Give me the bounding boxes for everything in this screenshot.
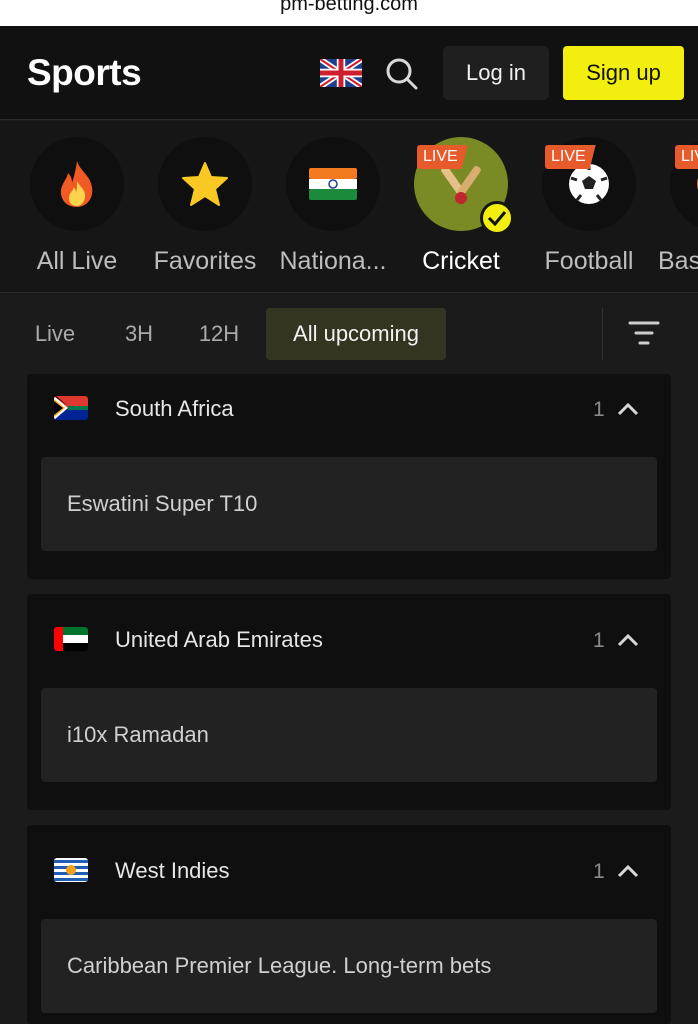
sport-item-cricket[interactable]: LIVE Cricket	[397, 137, 525, 276]
filter-all-upcoming[interactable]: All upcoming	[266, 308, 446, 360]
sport-label: Nationa...	[279, 247, 387, 275]
south-africa-flag-icon	[54, 396, 88, 420]
time-filter-bar: Live 3H 12H All upcoming	[0, 294, 698, 374]
sport-label: Favorites	[153, 247, 257, 275]
search-icon[interactable]	[385, 57, 419, 91]
live-badge: LIVE	[675, 145, 698, 169]
uk-flag-icon[interactable]	[320, 59, 362, 87]
filter-live[interactable]: Live	[22, 308, 88, 360]
group-count: 1	[593, 860, 605, 883]
sport-label: Football	[544, 247, 634, 275]
top-header: Sports Log in Sign up	[0, 26, 698, 120]
group-count: 1	[593, 629, 605, 652]
star-icon	[182, 162, 228, 206]
tournament-item[interactable]: Caribbean Premier League. Long-term bets	[41, 919, 657, 1013]
group-name: South Africa	[115, 396, 234, 421]
browser-url-bar[interactable]: pm-betting.com	[0, 0, 698, 26]
india-flag-icon	[309, 168, 357, 200]
group-name: United Arab Emirates	[115, 627, 323, 652]
sports-carousel[interactable]: All Live Favorites Nationa... LIVE Crick…	[0, 121, 698, 293]
fire-icon	[60, 161, 93, 207]
filter-12h[interactable]: 12H	[188, 308, 250, 360]
signup-button[interactable]: Sign up	[563, 46, 684, 100]
tournament-item[interactable]: i10x Ramadan	[41, 688, 657, 782]
uae-flag-icon	[54, 627, 88, 651]
app-logo[interactable]: Sports	[27, 52, 142, 94]
live-badge: LIVE	[417, 145, 468, 169]
group-header[interactable]: South Africa 1	[27, 374, 671, 442]
country-group-west-indies: West Indies 1 Caribbean Premier League. …	[27, 825, 671, 1024]
chevron-up-icon[interactable]	[616, 401, 640, 417]
url-text: pm-betting.com	[280, 0, 418, 15]
west-indies-flag-icon	[54, 858, 88, 882]
live-badge: LIVE	[545, 145, 596, 169]
group-header[interactable]: United Arab Emirates 1	[27, 594, 671, 662]
chevron-up-icon[interactable]	[616, 863, 640, 879]
country-group-south-africa: South Africa 1 Eswatini Super T10	[27, 374, 671, 579]
filter-divider	[602, 308, 603, 360]
sport-item-favorites[interactable]: Favorites	[141, 137, 269, 276]
group-header[interactable]: West Indies 1	[27, 825, 671, 893]
group-name: West Indies	[115, 858, 230, 883]
selected-check-icon	[480, 201, 514, 235]
sport-item-national[interactable]: Nationa...	[269, 137, 397, 276]
filter-3h[interactable]: 3H	[108, 308, 170, 360]
sport-item-football[interactable]: LIVE Football	[525, 137, 653, 276]
sport-item-all-live[interactable]: All Live	[13, 137, 141, 276]
sport-item-basketball[interactable]: LIVE Bas	[653, 137, 698, 276]
group-count: 1	[593, 398, 605, 421]
filter-sort-icon[interactable]	[628, 319, 660, 347]
country-group-uae: United Arab Emirates 1 i10x Ramadan	[27, 594, 671, 810]
sport-label: Bas	[658, 247, 698, 275]
chevron-up-icon[interactable]	[616, 632, 640, 648]
sport-label: All Live	[36, 247, 118, 275]
tournament-item[interactable]: Eswatini Super T10	[41, 457, 657, 551]
login-button[interactable]: Log in	[443, 46, 549, 100]
sport-label: Cricket	[422, 247, 500, 275]
